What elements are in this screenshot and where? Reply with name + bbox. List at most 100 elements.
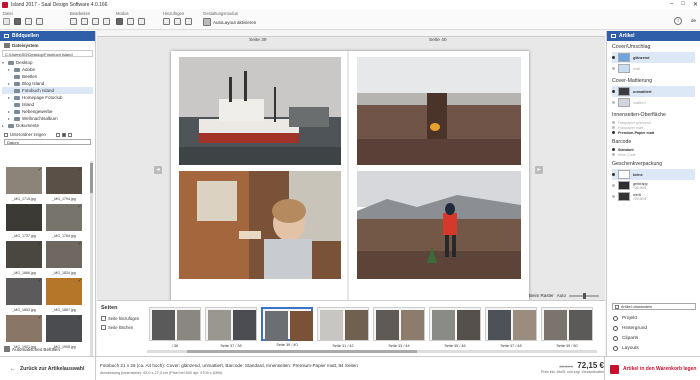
inner-option-3[interactable]: Premium-Papier matt	[612, 130, 695, 135]
nav-layouts[interactable]: Layouts	[607, 343, 700, 353]
autolayout-toggle[interactable]: AutoLayout aktivieren	[203, 18, 256, 26]
maximize-icon[interactable]: □	[681, 1, 685, 8]
cover-glossy-option[interactable]: glänzend	[612, 52, 695, 63]
photo-hiker[interactable]	[357, 171, 521, 279]
language-selector[interactable]: de	[691, 18, 696, 23]
tree-item-nebengewerbe[interactable]: ▸ Nebengewerbe	[2, 108, 93, 115]
page-thumbnail[interactable]: Seite 47 / 48	[485, 307, 537, 348]
image-thumbnail[interactable]: _MG_1715.jpg ✓	[6, 167, 42, 201]
nav-projekt[interactable]: Projekt	[607, 313, 700, 323]
matted-option[interactable]: mattiert	[612, 97, 695, 108]
radio[interactable]	[612, 195, 615, 198]
radio[interactable]	[612, 56, 615, 59]
radio[interactable]	[612, 184, 615, 187]
nav-cliparts[interactable]: Cliparts	[607, 333, 700, 343]
next-spread-arrow[interactable]: ▸	[535, 166, 543, 174]
page-thumbnail[interactable]: / 36	[149, 307, 201, 348]
radio[interactable]	[612, 153, 615, 156]
save-icon[interactable]	[14, 18, 21, 25]
tree-item-weihnachtsalbum[interactable]: ▸ Weihnachtsalbum	[2, 115, 93, 122]
cut-icon[interactable]	[92, 18, 99, 25]
page-thumbnail[interactable]: Seite 43 / 44	[373, 307, 425, 348]
image-thumbnail[interactable]: _MG_1834.jpg ✓	[46, 241, 82, 275]
sort-select[interactable]: Datum	[4, 139, 91, 145]
page-thumbnail[interactable]: Seite 37 / 38	[205, 307, 257, 348]
list-view-icon[interactable]	[61, 132, 66, 137]
source-selector[interactable]: Dateisystem	[0, 41, 95, 50]
photo-campfire[interactable]	[357, 57, 521, 165]
tree-item-adobe[interactable]: ▸ Adobe	[2, 66, 93, 73]
radio[interactable]	[612, 121, 615, 124]
radio[interactable]	[612, 126, 615, 129]
image-thumbnail[interactable]: _MG_1905.jpg ✓	[46, 315, 82, 349]
gift-none-option[interactable]: keine	[612, 169, 695, 180]
scrollbar-thumb[interactable]	[90, 163, 93, 193]
undo-icon[interactable]	[70, 18, 77, 25]
book-spread[interactable]	[171, 51, 529, 313]
open-icon[interactable]	[25, 18, 32, 25]
thumbnail-scrollbar[interactable]	[90, 161, 93, 366]
zoom-fit-select[interactable]: Beim Raster	[529, 293, 554, 298]
new-icon[interactable]	[3, 18, 10, 25]
image-thumbnail[interactable]: _MG_1737.jpg ✓	[6, 204, 42, 238]
page-thumbnail[interactable]: Seite 45 / 46	[429, 307, 481, 348]
image-thumbnail[interactable]: _MG_1901.jpg ✓	[6, 315, 42, 349]
image-thumbnail[interactable]: _MG_1867.jpg ✓	[46, 278, 82, 312]
tree-item-island[interactable]: Island	[2, 101, 93, 108]
radio[interactable]	[612, 131, 615, 134]
nav-hintergrund[interactable]: Hintergrund	[607, 323, 700, 333]
add-shape-icon[interactable]	[185, 18, 192, 25]
tree-item-dokumente[interactable]: ▸ Dokumente	[2, 122, 93, 129]
add-to-cart-button[interactable]: Artikel in den Warenkorb legen	[604, 357, 700, 380]
tree-item-fotobuch[interactable]: Fotobuch Island	[2, 87, 93, 94]
tree-item-blog[interactable]: ▸ Blog Island	[2, 80, 93, 87]
page-thumbnail[interactable]: Seite 41 / 42	[317, 307, 369, 348]
prev-spread-arrow[interactable]: ◂	[154, 166, 162, 174]
checkbox[interactable]	[4, 132, 8, 137]
zoom-slider[interactable]	[569, 292, 599, 299]
zoom-mode-select[interactable]: Auto	[557, 293, 566, 298]
image-thumbnail[interactable]: _MG_1853.jpg ✓	[6, 278, 42, 312]
delete-page-button[interactable]: Seite löschen	[101, 325, 145, 330]
preview-mode-icon[interactable]	[127, 18, 134, 25]
help-icon[interactable]: i	[674, 17, 682, 25]
tree-item-beetles[interactable]: Beetles	[2, 73, 93, 80]
photo-toddler[interactable]	[179, 171, 341, 279]
back-to-article-button[interactable]: ← Zurück zur Artikelauswahl	[0, 357, 96, 380]
strip-scroll-thumb[interactable]	[187, 350, 417, 353]
image-thumbnail[interactable]: _MG_1866.jpg ✓	[6, 241, 42, 275]
page-thumbnail[interactable]: Seite 39 / 40	[261, 307, 313, 347]
radio[interactable]	[612, 101, 615, 104]
gift-weiss-option[interactable]: weiß +20,00 €	[612, 191, 695, 202]
convert-article-button[interactable]: Artikel umwandeln	[612, 303, 696, 310]
zoom-knob[interactable]	[583, 292, 586, 299]
export-icon[interactable]	[36, 18, 43, 25]
add-text-icon[interactable]	[174, 18, 181, 25]
paste-icon[interactable]	[103, 18, 110, 25]
radio[interactable]	[612, 148, 615, 151]
show-subfolders-toggle[interactable]: Unterordner zeigen	[0, 131, 95, 138]
barcode-none-option[interactable]: ohne Code	[612, 152, 695, 157]
edit-mode-icon[interactable]	[116, 18, 123, 25]
image-thumbnail[interactable]: _MG_1794.jpg ✓	[46, 167, 82, 201]
add-page-button[interactable]: Seite hinzufügen	[101, 316, 145, 321]
add-image-icon[interactable]	[163, 18, 170, 25]
photo-boats[interactable]	[179, 57, 341, 165]
redo-icon[interactable]	[81, 18, 88, 25]
image-thumbnail[interactable]: _MG_1784.jpg ✓	[46, 204, 82, 238]
close-icon[interactable]: ✕	[693, 1, 698, 8]
tree-item-desktop[interactable]: ▾ Desktop	[2, 59, 93, 66]
strip-scrollbar[interactable]	[147, 350, 597, 353]
radio[interactable]	[612, 90, 615, 93]
page-thumbnail[interactable]: Seite 49 / 50	[541, 307, 593, 348]
unmatted-option[interactable]: unmattiert	[612, 86, 695, 97]
overview-mode-icon[interactable]	[138, 18, 145, 25]
path-field[interactable]: C:\Users\SD\Desktop\Fotobuch Island	[2, 50, 93, 57]
detail-view-icon[interactable]	[67, 132, 72, 137]
tree-item-homepage[interactable]: ▸ Homepage Fotoclub	[2, 94, 93, 101]
cover-matte-option[interactable]: matt	[612, 63, 695, 74]
grid-view-icon[interactable]	[55, 132, 60, 137]
radio[interactable]	[612, 173, 615, 176]
radio[interactable]	[612, 67, 615, 70]
gift-gelbrapp-option[interactable]: gelbrapp +20,00 €	[612, 180, 695, 191]
